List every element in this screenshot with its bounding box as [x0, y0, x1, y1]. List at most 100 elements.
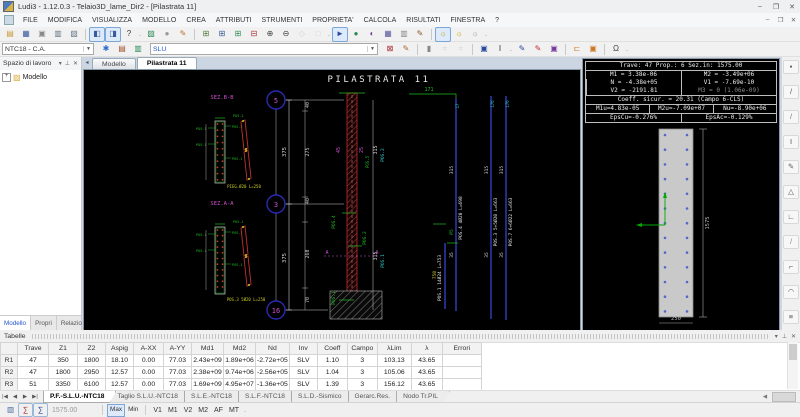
open-icon[interactable]: ▤ — [2, 27, 18, 42]
cell[interactable]: -1.36e+05 — [255, 378, 290, 391]
row-header[interactable]: R3 — [0, 378, 18, 391]
cell[interactable]: 43.65 — [410, 366, 443, 379]
annotate-icon[interactable]: ✎ — [412, 27, 428, 42]
table-scrollbar[interactable] — [787, 342, 798, 389]
pin-icon[interactable]: ⊥ — [65, 60, 70, 67]
cell[interactable]: 350 — [48, 354, 78, 367]
col-header-aspig[interactable]: Aspig — [105, 342, 134, 355]
select-arrow-icon[interactable]: ► — [332, 26, 348, 42]
cell[interactable]: 4.95e+07 — [223, 378, 256, 391]
child-close-button[interactable]: ✕ — [787, 16, 800, 24]
tile-vertical-icon[interactable]: ◨ — [105, 26, 121, 42]
menu-modifica[interactable]: MODIFICA — [43, 13, 87, 27]
drawing-canvas[interactable]: PILASTRATA 11 5 3 16 375 375 40 275 40 2… — [83, 69, 581, 331]
tool-section[interactable]: I — [783, 135, 799, 149]
tab-scroll-left[interactable]: ◂ — [82, 58, 92, 69]
min-toggle[interactable]: Min — [125, 404, 141, 417]
cell[interactable]: 1800 — [77, 354, 106, 367]
cell[interactable] — [441, 366, 482, 379]
col-header-item[interactable]: λ — [410, 342, 443, 355]
panel-close-icon[interactable]: ✕ — [73, 60, 78, 67]
grid-remove-icon[interactable]: ⊟ — [246, 27, 262, 42]
cell[interactable]: 3 — [346, 366, 378, 379]
link2-icon[interactable]: ≈ — [453, 42, 469, 57]
col-header-campo[interactable]: Campo — [346, 342, 378, 355]
maximize-button[interactable]: ❐ — [768, 3, 784, 11]
verification-canvas[interactable]: Trave: 47 Prop.: 6 Sez.in: 1575.00 M1 = … — [582, 58, 780, 331]
copy-icon[interactable]: ▣ — [34, 27, 50, 42]
max-toggle[interactable]: Max — [107, 403, 126, 417]
code-selector[interactable]: NTC18 - C.A. ▼ — [2, 43, 94, 55]
workspace-tab-modello[interactable]: Modello — [0, 316, 32, 330]
save-icon[interactable]: ▦ — [18, 27, 34, 42]
cell[interactable]: 2950 — [77, 366, 106, 379]
row-header[interactable]: R1 — [0, 354, 18, 367]
col-header-a-xx[interactable]: A-XX — [133, 342, 164, 355]
pin-icon[interactable]: ⊥ — [782, 333, 787, 340]
sphere-half-icon[interactable]: ◐ — [364, 27, 380, 42]
menu-crea[interactable]: CREA — [181, 13, 210, 27]
col-header-lim[interactable]: λLim — [376, 342, 412, 355]
goto-max-icon[interactable]: ∑ — [33, 403, 48, 417]
col-header-trave[interactable]: Trave — [17, 342, 49, 355]
draw-icon[interactable]: ✎ — [175, 27, 191, 42]
tool-select[interactable]: ▪ — [783, 60, 799, 74]
verification-table[interactable]: Trave Z1 Z2 Aspig A-XX A-YY Md1 Md2 Nd Inv Coeff Ca… — [0, 342, 482, 391]
tool-layers[interactable]: ≡ — [783, 310, 799, 324]
pilastrata-drawing[interactable]: PILASTRATA 11 5 3 16 375 375 40 275 40 2… — [84, 70, 580, 330]
tool-cut[interactable]: / — [783, 235, 799, 249]
cell[interactable]: 51 — [17, 378, 49, 391]
preview-icon[interactable]: ▧ — [66, 27, 82, 42]
minimize-button[interactable]: – — [752, 3, 768, 11]
diagram-toggle-mt[interactable]: MT — [226, 407, 242, 414]
cell[interactable]: 1.39 — [316, 378, 348, 391]
diagram-toggle-af[interactable]: AF — [211, 407, 226, 414]
cell[interactable]: 18.10 — [105, 354, 134, 367]
table-row[interactable]: R3 51 3350 6100 12.57 0.00 77.03 1.69e+09 4.95e+… — [0, 378, 482, 391]
table-row[interactable]: R2 47 1800 2950 12.57 0.00 77.03 2.38e+09 9.74e+… — [0, 366, 482, 379]
cell[interactable]: 0.00 — [133, 378, 164, 391]
frame-orange2-icon[interactable]: ▣ — [585, 42, 601, 57]
child-restore-button[interactable]: ❐ — [774, 16, 787, 24]
cell[interactable]: 3 — [346, 354, 378, 367]
cell[interactable]: 43.65 — [410, 378, 443, 391]
bulb-off-icon[interactable]: ☼ — [467, 27, 483, 42]
cell[interactable]: 1.04 — [316, 366, 348, 379]
box-purple-icon[interactable]: ▣ — [546, 42, 562, 57]
bulb-on-icon[interactable]: ☼ — [435, 26, 451, 42]
grid-move-icon[interactable]: ⊞ — [214, 27, 230, 42]
cell[interactable] — [441, 354, 482, 367]
pencil-blue-icon[interactable]: ✎ — [514, 42, 530, 57]
frame-orange-icon[interactable]: ⊏ — [569, 42, 585, 57]
grid-snap-icon[interactable]: ⊞ — [198, 27, 214, 42]
section-i-icon[interactable]: I — [492, 42, 508, 57]
close-button[interactable]: ✕ — [784, 3, 800, 11]
cell[interactable]: 1800 — [48, 366, 78, 379]
link1-icon[interactable]: ≈ — [437, 42, 453, 57]
materials-book-icon[interactable]: ▥ — [130, 42, 146, 57]
expand-icon[interactable]: + — [2, 73, 11, 82]
more-icon[interactable]: . — [624, 46, 630, 53]
menu-modello[interactable]: MODELLO — [137, 13, 181, 27]
menu-calcola[interactable]: CALCOLA — [359, 13, 402, 27]
column-icon[interactable]: ▮ — [421, 42, 437, 57]
print-icon[interactable]: ▥ — [50, 27, 66, 42]
panel-menu-icon[interactable]: ▾ — [59, 60, 62, 67]
menu-proprieta[interactable]: PROPRIETA' — [307, 13, 358, 27]
diagram-toggle-m2[interactable]: M2 — [195, 407, 211, 414]
notebook-icon[interactable]: ▤ — [114, 42, 130, 57]
tab-last-button[interactable]: ▶| — [30, 394, 40, 400]
more-icon[interactable]: . — [483, 31, 489, 38]
horizontal-scrollbar[interactable] — [772, 392, 796, 402]
cell[interactable]: 77.03 — [163, 378, 192, 391]
menu-attributi[interactable]: ATTRIBUTI — [211, 13, 257, 27]
child-minimize-button[interactable]: – — [761, 16, 774, 24]
tab-prev-button[interactable]: ◀ — [10, 394, 20, 400]
cell[interactable]: 0.00 — [133, 354, 164, 367]
sphere-green-icon[interactable]: ● — [348, 27, 364, 42]
col-header-inv[interactable]: Inv — [288, 342, 318, 355]
bulb-half-icon[interactable]: ☼ — [451, 27, 467, 42]
cell[interactable]: 47 — [17, 354, 49, 367]
menu-visualizza[interactable]: VISUALIZZA — [87, 13, 137, 27]
tab-next-button[interactable]: ▶ — [20, 394, 30, 400]
